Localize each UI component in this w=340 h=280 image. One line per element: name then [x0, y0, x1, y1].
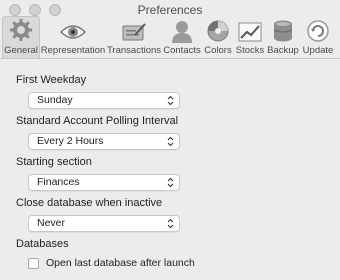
chevron-up-down-icon — [167, 218, 174, 229]
tab-label: Representation — [40, 45, 106, 56]
tab-representation[interactable]: Representation — [40, 16, 106, 58]
first-weekday-label: First Weekday — [16, 74, 87, 86]
databases-label: Databases — [16, 238, 69, 250]
polling-interval-label: Standard Account Polling Interval — [16, 115, 179, 127]
polling-interval-select[interactable]: Every 2 Hours — [28, 133, 180, 150]
select-value: Finances — [37, 176, 80, 188]
select-value: Never — [37, 217, 66, 229]
select-value: Sunday — [37, 94, 73, 106]
tab-label: Contacts — [163, 45, 201, 56]
select-value: Every 2 Hours — [37, 135, 104, 147]
preferences-toolbar: General Representation Transactions Cont… — [0, 12, 340, 59]
tab-stocks[interactable]: Stocks — [234, 16, 266, 58]
tab-label: Transactions — [106, 45, 162, 56]
tab-transactions[interactable]: Transactions — [106, 16, 162, 58]
chevron-up-down-icon — [167, 177, 174, 188]
checkbox-label: Open last database after launch — [46, 257, 195, 269]
first-weekday-select[interactable]: Sunday — [28, 92, 180, 109]
person-icon — [172, 21, 192, 43]
general-settings-panel: First Weekday Sunday Standard Account Po… — [0, 60, 340, 280]
open-last-database-checkbox-row[interactable]: Open last database after launch — [28, 257, 195, 269]
refresh-icon — [307, 20, 329, 42]
tab-contacts[interactable]: Contacts — [162, 16, 202, 58]
gear-icon — [10, 19, 32, 41]
tab-label: Colors — [204, 45, 232, 56]
checkbook-icon — [122, 23, 146, 41]
starting-section-label: Starting section — [16, 156, 92, 168]
close-database-label: Close database when inactive — [16, 197, 163, 209]
eye-icon — [59, 25, 87, 39]
starting-section-select[interactable]: Finances — [28, 174, 180, 191]
chevron-up-down-icon — [167, 136, 174, 147]
open-last-database-checkbox[interactable] — [28, 257, 39, 269]
tab-label: Update — [302, 45, 334, 56]
tab-label: Backup — [267, 45, 299, 56]
tab-update[interactable]: Update — [300, 16, 336, 58]
close-database-select[interactable]: Never — [28, 215, 180, 232]
tab-label: General — [4, 45, 38, 56]
tab-backup[interactable]: Backup — [266, 16, 300, 58]
tab-label: Stocks — [235, 45, 265, 56]
tab-general[interactable]: General — [2, 16, 40, 58]
color-wheel-icon — [207, 20, 229, 42]
database-icon — [273, 20, 293, 42]
chevron-up-down-icon — [167, 95, 174, 106]
tab-colors[interactable]: Colors — [202, 16, 234, 58]
stock-chart-icon — [238, 22, 262, 42]
